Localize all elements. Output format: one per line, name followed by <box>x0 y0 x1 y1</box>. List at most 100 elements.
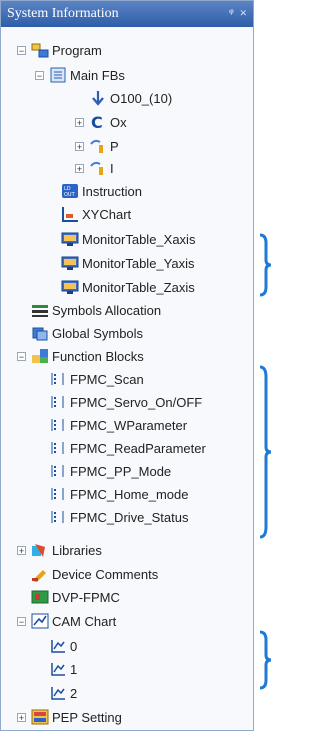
tree-item-camchart[interactable]: CAM Chart <box>31 610 116 632</box>
chart-icon <box>61 206 79 222</box>
fb-icon <box>49 67 67 83</box>
tree-item-libraries[interactable]: Libraries <box>31 539 102 561</box>
tree-item-label: FPMC_PP_Mode <box>70 463 172 479</box>
tree-item-mtz[interactable]: MonitorTable_Zaxis <box>61 276 195 298</box>
tree-item-label: Device Comments <box>52 566 159 582</box>
tree-item-funcblocks[interactable]: Function Blocks <box>31 345 144 367</box>
pep-icon <box>31 709 49 725</box>
tree-item-label: FPMC_Drive_Status <box>70 509 189 525</box>
global-icon <box>31 325 49 341</box>
system-information-panel: System Information ᵠ × − Program − Main FBs… <box>0 0 254 731</box>
tree-item-label: FPMC_Servo_On/OFF <box>70 394 203 410</box>
tree-item-cam2[interactable]: 2 <box>49 682 77 704</box>
tree-item-cam0[interactable]: 0 <box>49 635 77 657</box>
tree-item-label: PEP Setting <box>52 709 122 725</box>
tree-item-label: FPMC_WParameter <box>70 417 188 433</box>
tree-item-label: 0 <box>70 638 78 654</box>
tree-item-label: O100_(10) <box>110 90 173 106</box>
tree-item-label: CAM Chart <box>52 613 117 629</box>
tree-item-i[interactable]: I <box>89 157 114 179</box>
c-icon: C <box>89 114 107 130</box>
tree-item-label: 1 <box>70 661 78 677</box>
list-icon <box>49 486 67 502</box>
tree-item-symalloc[interactable]: Symbols Allocation <box>31 299 161 321</box>
collapse-toggle[interactable]: − <box>35 71 44 81</box>
symbols-icon <box>31 302 49 318</box>
expand-toggle[interactable]: + <box>75 118 84 128</box>
expand-toggle[interactable]: + <box>17 546 26 556</box>
list-icon <box>49 509 67 525</box>
expand-toggle[interactable]: + <box>75 142 84 152</box>
tree-item-label: Symbols Allocation <box>52 302 162 318</box>
tree-item-dvpfpmc[interactable]: DVP-FPMC <box>31 586 120 608</box>
tree-item-p[interactable]: P <box>89 135 119 157</box>
tree-item-devcomments[interactable]: Device Comments <box>31 563 158 585</box>
tree-item-ox[interactable]: C Ox <box>89 111 127 133</box>
monitor-icon <box>61 279 79 295</box>
tree-item-label: Main FBs <box>70 67 125 83</box>
tree-item-mtx[interactable]: MonitorTable_Xaxis <box>61 228 195 250</box>
tree-item-label: I <box>110 160 114 176</box>
tree-item-label: FPMC_Home_mode <box>70 486 189 502</box>
tree-item-mainfbs[interactable]: Main FBs <box>49 64 125 86</box>
tree-item-pep[interactable]: PEP Setting <box>31 706 122 728</box>
tree-item-wparam[interactable]: FPMC_WParameter <box>49 414 187 436</box>
panel-title: System Information <box>7 6 119 21</box>
tree-item-label: MonitorTable_Xaxis <box>82 231 196 247</box>
monitor-icon <box>61 255 79 271</box>
tree-item-mty[interactable]: MonitorTable_Yaxis <box>61 252 194 274</box>
cam-item-icon <box>49 638 67 654</box>
cam-item-icon <box>49 685 67 701</box>
tree-item-label: Global Symbols <box>52 325 144 341</box>
tree-item-label: XYChart <box>82 206 132 222</box>
collapse-toggle[interactable]: − <box>17 46 26 56</box>
tree-item-program[interactable]: Program <box>31 39 102 61</box>
collapse-toggle[interactable]: − <box>17 617 26 627</box>
tree-item-label: P <box>110 138 119 154</box>
tree-item-label: 2 <box>70 685 78 701</box>
tree-item-homemode[interactable]: FPMC_Home_mode <box>49 483 189 505</box>
tree-item-label: Instruction <box>82 183 142 199</box>
cam-item-icon <box>49 661 67 677</box>
tree-item-cam1[interactable]: 1 <box>49 658 77 680</box>
expand-toggle[interactable]: + <box>75 164 84 174</box>
close-icon[interactable]: × <box>240 5 247 21</box>
list-icon <box>49 463 67 479</box>
cam-icon <box>31 613 49 629</box>
tree-item-globalsym[interactable]: Global Symbols <box>31 322 143 344</box>
list-icon <box>49 371 67 387</box>
device-icon <box>31 589 49 605</box>
tree-item-drivestatus[interactable]: FPMC_Drive_Status <box>49 506 188 528</box>
function-blocks-icon <box>31 348 49 364</box>
tree-item-label: MonitorTable_Zaxis <box>82 279 195 295</box>
tree-item-label: MonitorTable_Yaxis <box>82 255 195 271</box>
tree-item-label: FPMC_ReadParameter <box>70 440 206 456</box>
tree-item-label: Program <box>52 42 102 58</box>
p-icon <box>89 138 107 154</box>
tree-item-label: Function Blocks <box>52 348 144 364</box>
libraries-icon <box>31 542 49 558</box>
program-icon <box>31 42 49 58</box>
svg-text:OUT: OUT <box>64 192 76 198</box>
i-icon <box>89 160 107 176</box>
tree-item-rparam[interactable]: FPMC_ReadParameter <box>49 437 206 459</box>
list-icon <box>49 440 67 456</box>
list-icon <box>49 417 67 433</box>
pin-icon[interactable]: ᵠ <box>229 5 233 21</box>
tree-item-scan[interactable]: FPMC_Scan <box>49 368 144 390</box>
tree-item-o100[interactable]: O100_(10) <box>89 87 172 109</box>
brace-cam-items <box>259 630 272 690</box>
collapse-toggle[interactable]: − <box>17 352 26 362</box>
tree-item-label: DVP-FPMC <box>52 589 120 605</box>
expand-toggle[interactable]: + <box>17 713 26 723</box>
instruction-icon: LD OUT <box>61 183 79 199</box>
tree-item-label: Libraries <box>52 542 102 558</box>
panel-titlebar: System Information ᵠ × <box>1 1 253 27</box>
tree-item-servo[interactable]: FPMC_Servo_On/OFF <box>49 391 202 413</box>
brace-function-blocks <box>259 365 272 539</box>
svg-text:C: C <box>91 114 103 130</box>
tree-item-instruction[interactable]: LD OUT Instruction <box>61 180 142 202</box>
tree-item-xychart[interactable]: XYChart <box>61 203 131 225</box>
tree-item-ppmode[interactable]: FPMC_PP_Mode <box>49 460 171 482</box>
tree-item-label: Ox <box>110 114 127 130</box>
